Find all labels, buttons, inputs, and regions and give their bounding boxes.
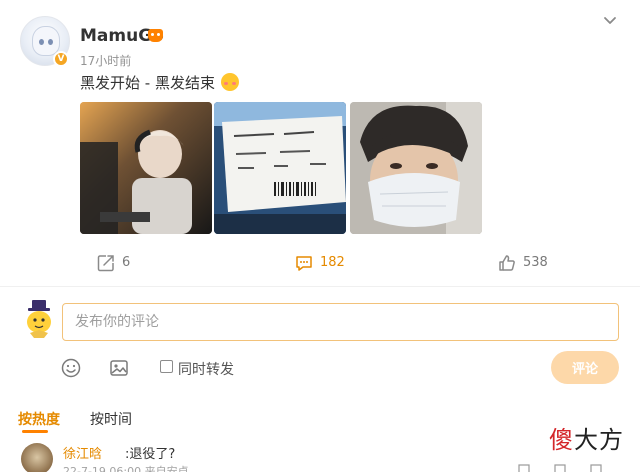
tab-sort-time[interactable]: 按时间 <box>90 409 132 429</box>
image-upload-icon[interactable] <box>108 357 130 379</box>
post-text-content: 黑发开始 - 黑发结束 <box>80 74 215 92</box>
repost-checkbox[interactable] <box>160 360 173 373</box>
watermark: 傻大方 <box>549 420 624 455</box>
verified-badge-icon: V <box>53 51 69 67</box>
submit-comment-button[interactable]: 评论 <box>551 351 619 384</box>
thumbs-up-icon <box>499 255 515 271</box>
comment-input[interactable] <box>62 303 619 341</box>
post-time[interactable]: 17小时前 <box>80 52 131 69</box>
watermark-rest: 大方 <box>574 426 624 454</box>
repost-count: 6 <box>122 255 131 270</box>
tab-sort-hot[interactable]: 按热度 <box>18 409 60 429</box>
emoji-picker-icon[interactable] <box>60 357 82 379</box>
like-count: 538 <box>523 255 548 270</box>
comment-action-icons[interactable] <box>517 462 607 472</box>
repost-checkbox-label[interactable]: 同时转发 <box>178 359 234 379</box>
post-image-masked-selfie[interactable] <box>350 102 482 234</box>
divider <box>0 286 640 287</box>
like-action[interactable]: 538 <box>497 253 557 273</box>
comment-meta: 22-7-19 06:00 来自安卓 <box>63 465 189 472</box>
comment-text: :退役了? <box>125 447 176 462</box>
comment-icon <box>296 256 312 271</box>
commenter-avatar[interactable] <box>21 443 53 472</box>
current-user-avatar <box>27 300 51 338</box>
avatar-eye-left <box>39 39 44 45</box>
post-image-boarding-pass[interactable] <box>214 102 346 234</box>
vip-icon <box>148 29 163 42</box>
post-text: 黑发开始 - 黑发结束 <box>80 72 239 93</box>
chevron-down-icon[interactable] <box>603 14 617 28</box>
comment-count: 182 <box>320 255 345 270</box>
blush-emoji-icon <box>220 73 239 91</box>
avatar-eye-right <box>48 39 53 45</box>
post-image-game-player[interactable] <box>80 102 212 234</box>
boarding-pass-illustration <box>214 102 346 234</box>
masked-selfie-illustration <box>350 102 482 234</box>
repost-action[interactable]: 6 <box>96 253 146 273</box>
comment-action[interactable]: 182 <box>294 253 354 273</box>
watermark-red: 傻 <box>549 426 574 454</box>
repost-icon <box>97 255 114 272</box>
tab-active-indicator <box>22 430 48 433</box>
game-player-illustration <box>80 102 212 234</box>
commenter-name[interactable]: 徐江晗 <box>63 443 102 462</box>
